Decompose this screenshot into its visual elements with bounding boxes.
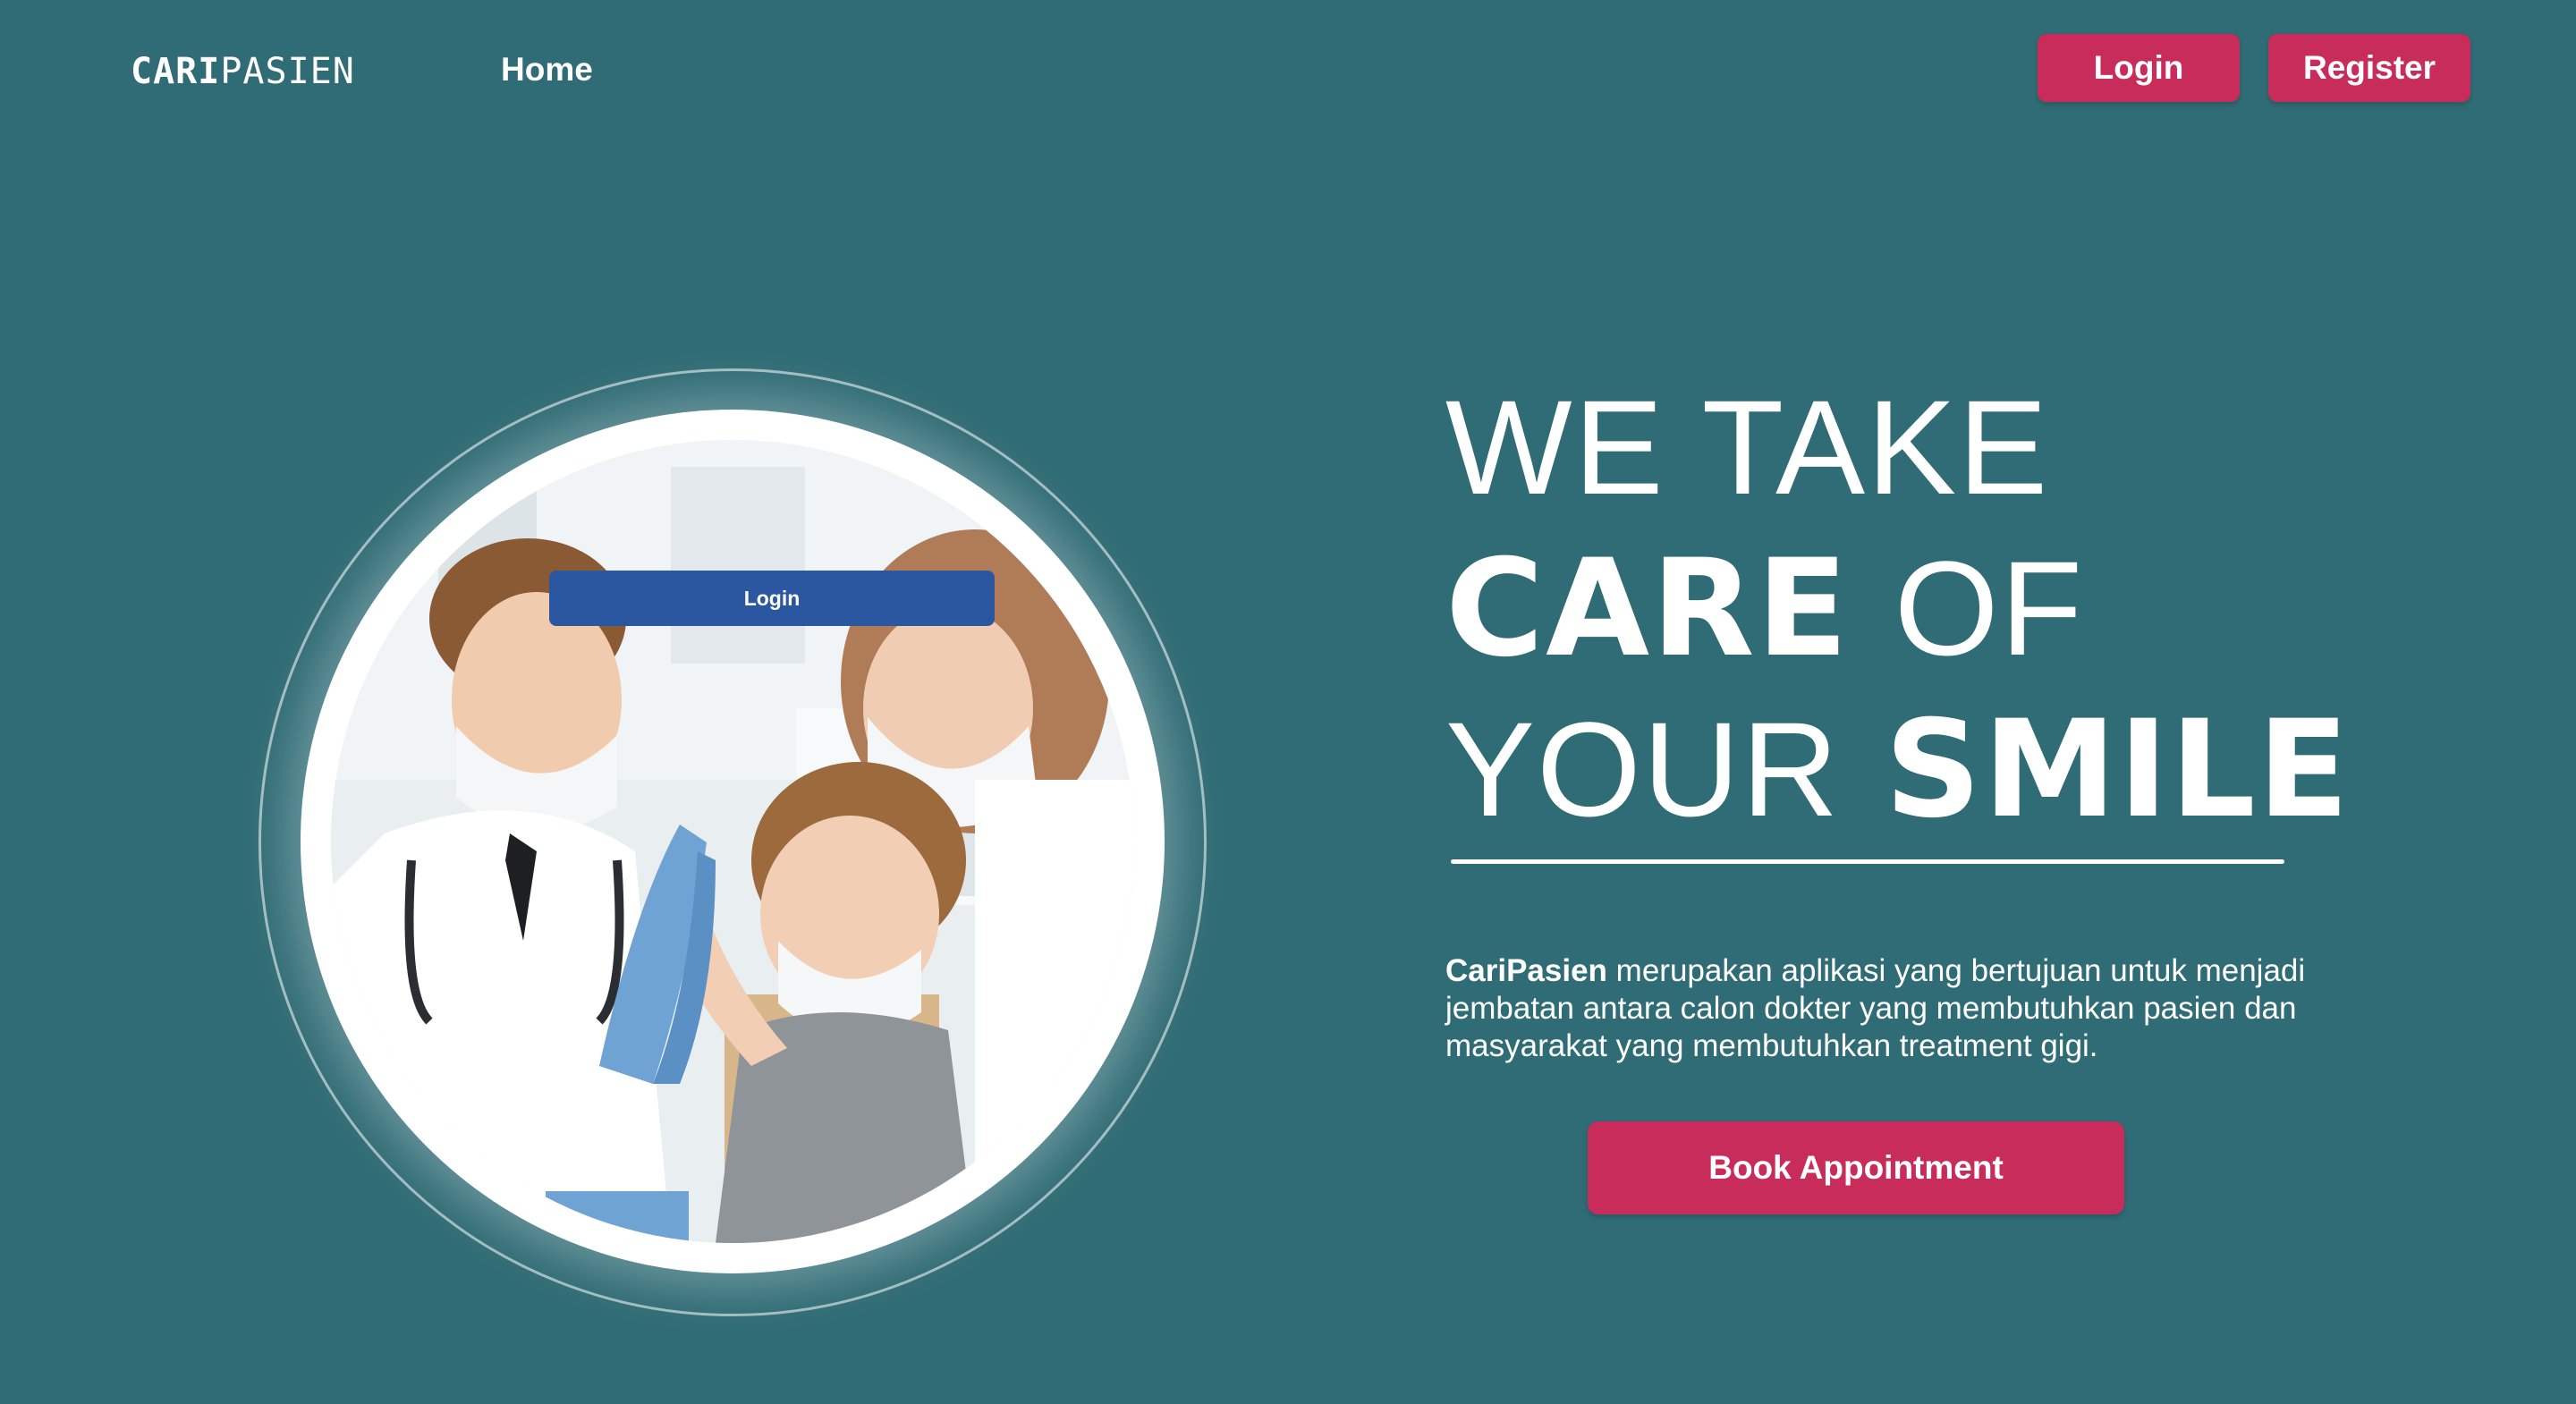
- login-button[interactable]: Login: [2038, 34, 2240, 102]
- headline-line-3: YOUR SMILE: [1445, 689, 2351, 850]
- headline-care: CARE: [1445, 531, 1851, 687]
- hero-photo: [331, 440, 1134, 1243]
- description-brand: CariPasien: [1445, 953, 1607, 988]
- logo-bold-text: CARI: [131, 51, 221, 92]
- headline-smile: SMILE: [1885, 692, 2351, 848]
- landing-page: CARIPASIEN Home Login Register Login WE …: [0, 0, 2576, 1404]
- brand-logo[interactable]: CARIPASIEN: [131, 50, 355, 93]
- dentist-child-illustration: [331, 440, 1134, 1243]
- headline-your: YOUR: [1445, 694, 1841, 844]
- hero-description: CariPasien merupakan aplikasi yang bertu…: [1445, 952, 2322, 1065]
- headline-divider: [1451, 859, 2284, 864]
- headline-line-1: WE TAKE: [1445, 372, 2050, 522]
- hero-headline: WE TAKE CARE OF YOUR SMILE: [1445, 367, 2351, 850]
- register-button[interactable]: Register: [2268, 34, 2470, 102]
- headline-line-2: CARE OF: [1445, 528, 2351, 689]
- book-appointment-button[interactable]: Book Appointment: [1588, 1121, 2124, 1214]
- logo-light-text: PASIEN: [220, 51, 355, 92]
- nav-home-link[interactable]: Home: [501, 48, 593, 91]
- headline-of: OF: [1894, 533, 2085, 683]
- photo-login-button[interactable]: Login: [549, 571, 995, 626]
